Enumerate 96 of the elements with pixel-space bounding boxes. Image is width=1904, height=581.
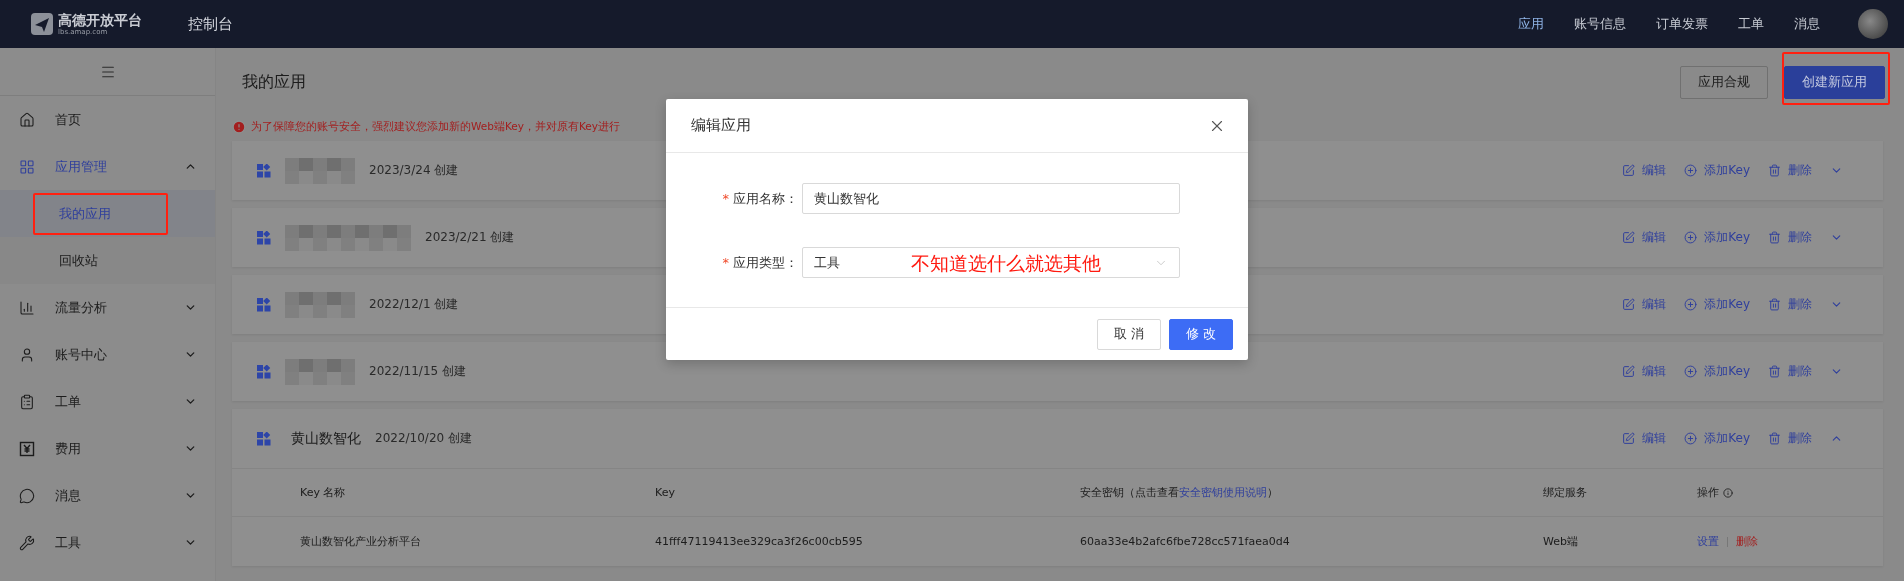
plus-circle-icon [1684,432,1698,445]
action-link[interactable]: 删除 [1768,363,1812,380]
page-title: 我的应用 [242,71,306,93]
action-link[interactable]: 添加Key [1684,430,1750,447]
action-link[interactable]: 删除 [1768,229,1812,246]
action-link[interactable]: 编辑 [1622,229,1667,246]
sidebar-item[interactable]: 我的应用 [0,190,215,237]
alert-icon [232,119,246,134]
name-input[interactable]: 黄山数智化 [802,183,1180,214]
created-date: 2023/3/24 创建 [369,162,459,179]
app-grid-icon [257,163,271,178]
nav-link[interactable]: 应用 [1518,15,1544,33]
sidebar-item[interactable]: 工具 [0,519,215,566]
column-header: 操作 [1697,485,1719,500]
console-title: 控制台 [188,14,233,34]
edit-icon [1622,432,1636,445]
app-grid-icon [257,431,271,446]
logo-icon [30,12,54,36]
app-grid-icon [257,297,271,312]
logo-text: 高德开放平台 [58,12,142,27]
clipboard-icon [19,393,35,410]
app-grid-icon [257,364,271,379]
action-link[interactable]: 添加Key [1684,296,1750,313]
sidebar-item[interactable]: 消息 [0,472,215,519]
yen-icon [19,440,35,457]
plus-circle-icon [1684,164,1698,177]
table-cell-text: 41fff47119413ee329ca3f26c00cb595 [655,535,864,548]
action-link[interactable]: 编辑 [1622,430,1667,447]
warning-text: 为了保障您的账号安全，强烈建议您添加新的Web端Key，并对原有Key进行 [251,119,620,134]
trash-icon [1768,164,1781,177]
field-label: * 应用名称： [721,189,799,208]
column-header: Key [655,486,675,499]
annotation-text: 不知道选什么就选其他 [911,251,1101,276]
chat-icon [19,487,35,504]
field-label: * 应用类型： [721,253,799,272]
action-link[interactable]: 删除 [1768,430,1812,447]
create-app-button[interactable]: 创建新应用 [1784,65,1885,99]
action-link[interactable]: 添加Key [1684,229,1750,246]
chart-icon [19,299,35,316]
app-grid-icon [257,230,271,245]
action-link[interactable]: 删除 [1768,162,1812,179]
app-name: 黄山数智化 [291,429,361,448]
action-link[interactable]: 添加Key [1684,162,1750,179]
mosaic-drawing [285,358,355,385]
plus-circle-icon [1684,365,1698,378]
user-icon [19,346,35,363]
action-link[interactable]: 编辑 [1622,363,1667,380]
edit-icon [1622,365,1636,378]
grid-icon [19,158,35,175]
type-select[interactable]: 工具 不知道选什么就选其他 [802,247,1180,278]
action-link[interactable]: 删除 [1768,296,1812,313]
sidebar-item[interactable]: 账号中心 [0,331,215,378]
trash-icon [1768,231,1781,244]
trash-icon [1768,365,1781,378]
trash-icon [1768,298,1781,311]
column-header: 绑定服务 [1543,485,1587,500]
action-link[interactable]: 编辑 [1622,162,1667,179]
edit-icon [1622,164,1636,177]
sidebar-item[interactable]: 工单 [0,378,215,425]
action-link[interactable]: 添加Key [1684,363,1750,380]
created-date: 2022/11/15 创建 [369,363,466,380]
plus-circle-icon [1684,231,1698,244]
avatar[interactable] [1858,9,1888,39]
settings-link[interactable]: 设置 [1697,534,1719,549]
mosaic-drawing [285,291,355,318]
action-link[interactable]: 编辑 [1622,296,1667,313]
sidebar-item[interactable]: 费用 [0,425,215,472]
edit-icon [1622,231,1636,244]
compliance-button[interactable]: 应用合规 [1680,65,1768,99]
sidebar-item[interactable]: 应用管理 [0,143,215,190]
dialog-title: 编辑应用 [691,116,751,135]
nav-link[interactable]: 消息 [1794,15,1820,33]
table-cell-text: 黄山数智化产业分析平台 [300,534,422,549]
created-date: 2022/12/1 创建 [369,296,459,313]
sidebar-item[interactable]: 回收站 [0,237,215,284]
sidebar-item[interactable]: 首页 [0,96,215,143]
nav-link[interactable]: 账号信息 [1574,15,1626,33]
help-link[interactable]: 安全密钥使用说明 [1179,486,1267,499]
home-icon [19,111,35,128]
plus-circle-icon [1684,298,1698,311]
submit-button[interactable]: 修 改 [1169,318,1233,350]
mosaic-drawing [285,157,355,184]
table-cell-text: 60aa33e4b2afc6fbe728cc571faea0d4 [1080,535,1291,548]
cancel-button[interactable]: 取 消 [1097,318,1161,350]
delete-link[interactable]: 删除 [1736,534,1758,549]
created-date: 2022/10/20 创建 [375,430,472,447]
edit-icon [1622,298,1636,311]
nav-link[interactable]: 订单发票 [1656,15,1708,33]
wrench-icon [19,534,35,551]
created-date: 2023/2/21 创建 [425,229,515,246]
column-header: Key 名称 [300,485,346,500]
table-cell-text: Web端 [1543,534,1579,549]
column-header: 安全密钥（点击查看安全密钥使用说明） [1080,485,1278,500]
trash-icon [1768,432,1781,445]
nav-link[interactable]: 工单 [1738,15,1764,33]
sidebar-item[interactable]: 流量分析 [0,284,215,331]
